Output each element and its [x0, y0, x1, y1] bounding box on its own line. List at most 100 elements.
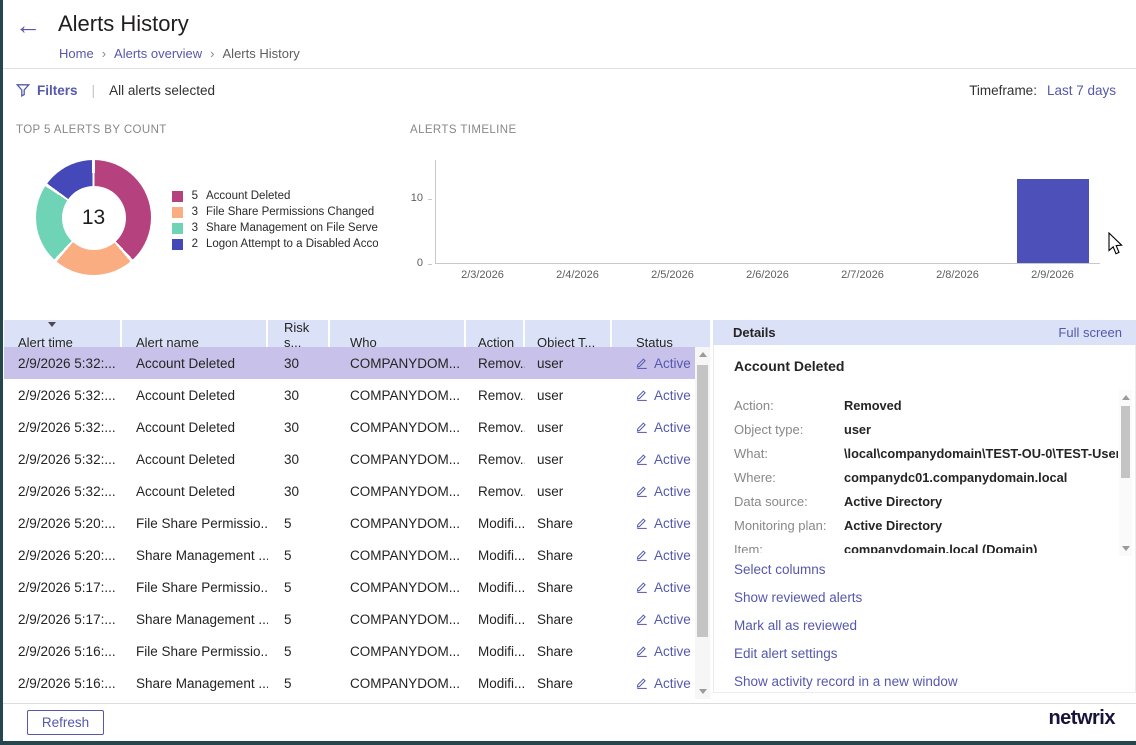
- timeline-xlabels: 2/3/20262/4/20262/5/20262/6/20262/7/2026…: [435, 269, 1100, 281]
- alerts-history-page: ← Alerts History Home›Alerts overview›Al…: [0, 0, 1136, 745]
- scrollbar-down-icon[interactable]: [699, 689, 707, 694]
- cell-status[interactable]: Active: [612, 420, 695, 435]
- cell-object: user: [525, 388, 612, 403]
- table-scrollbar-thumb[interactable]: [697, 365, 708, 637]
- legend-swatch: [172, 191, 183, 202]
- legend-label: Logon Attempt to a Disabled Account: [206, 238, 378, 250]
- cell-action: Remov...: [466, 452, 525, 467]
- donut-legend: 5Account Deleted3File Share Permissions …: [172, 188, 378, 252]
- details-action-link[interactable]: Select columns: [734, 555, 958, 583]
- cell-object: Share: [525, 580, 612, 595]
- cell-name: Share Management ...: [122, 612, 268, 627]
- cell-time: 2/9/2026 5:16:...: [4, 644, 122, 659]
- y-tickmark: [428, 199, 432, 200]
- table-row[interactable]: 2/9/2026 5:32:...Account Deleted30COMPAN…: [4, 411, 695, 443]
- edit-pencil-icon: [636, 421, 648, 433]
- cell-who: COMPANYDOM...: [330, 676, 466, 691]
- cell-name: Account Deleted: [122, 452, 268, 467]
- cell-status[interactable]: Active: [612, 580, 695, 595]
- cell-time: 2/9/2026 5:32:...: [4, 452, 122, 467]
- details-fields: Action:RemovedObject type:userWhat:\loca…: [734, 393, 1118, 553]
- details-alert-title: Account Deleted: [734, 358, 844, 374]
- cell-status[interactable]: Active: [612, 644, 695, 659]
- timeline-bar-slot: [1005, 160, 1100, 263]
- table-row[interactable]: 2/9/2026 5:16:...Share Management ...5CO…: [4, 667, 695, 699]
- details-field-value: Active Directory: [844, 518, 942, 533]
- cell-object: user: [525, 356, 612, 371]
- table-scrollbar[interactable]: [695, 347, 710, 699]
- table-row[interactable]: 2/9/2026 5:32:...Account Deleted30COMPAN…: [4, 475, 695, 507]
- filter-funnel-icon: [16, 83, 30, 97]
- cell-action: Modifi...: [466, 580, 525, 595]
- refresh-button[interactable]: Refresh: [27, 710, 104, 735]
- cell-name: Share Management ...: [122, 548, 268, 563]
- cell-status[interactable]: Active: [612, 356, 695, 371]
- cell-action: Modifi...: [466, 612, 525, 627]
- cell-status[interactable]: Active: [612, 484, 695, 499]
- table-row[interactable]: 2/9/2026 5:32:...Account Deleted30COMPAN…: [4, 379, 695, 411]
- cell-who: COMPANYDOM...: [330, 580, 466, 595]
- cell-status[interactable]: Active: [612, 516, 695, 531]
- cell-who: COMPANYDOM...: [330, 356, 466, 371]
- details-field-label: Data source:: [734, 494, 844, 509]
- table-row[interactable]: 2/9/2026 5:17:...File Share Permissio...…: [4, 571, 695, 603]
- scrollbar-down-icon[interactable]: [1122, 546, 1130, 551]
- details-action-link[interactable]: Show activity record in a new window: [734, 667, 958, 695]
- alerts-table: Alert timeAlert nameRisk s...WhoActionOb…: [4, 320, 710, 703]
- details-action-link[interactable]: Mark all as reviewed: [734, 611, 958, 639]
- footer-divider: [0, 703, 1136, 704]
- timeline-bars: [436, 160, 1100, 263]
- table-body: 2/9/2026 5:32:...Account Deleted30COMPAN…: [4, 347, 695, 699]
- cell-action: Modifi...: [466, 548, 525, 563]
- timeframe-value-link[interactable]: Last 7 days: [1047, 83, 1116, 98]
- breadcrumb-item[interactable]: Alerts overview: [114, 46, 202, 61]
- details-action-link[interactable]: Show reviewed alerts: [734, 583, 958, 611]
- timeline-bar-slot: [436, 160, 531, 263]
- cell-status[interactable]: Active: [612, 548, 695, 563]
- edit-pencil-icon: [636, 389, 648, 401]
- timeline-bar-slot: [531, 160, 626, 263]
- details-field-row: Where:companydc01.companydomain.local: [734, 465, 1118, 489]
- details-scrollbar-thumb[interactable]: [1121, 406, 1130, 478]
- details-field-value: Removed: [844, 398, 902, 413]
- details-field-label: What:: [734, 446, 844, 461]
- edit-pencil-icon: [636, 613, 648, 625]
- cell-object: Share: [525, 612, 612, 627]
- breadcrumb-item[interactable]: Home: [59, 46, 94, 61]
- donut-center-total: 13: [62, 186, 126, 250]
- cell-object: Share: [525, 676, 612, 691]
- cell-status[interactable]: Active: [612, 388, 695, 403]
- details-scrollbar[interactable]: [1119, 390, 1132, 556]
- details-field-label: Object type:: [734, 422, 844, 437]
- timeline-bar: [1017, 179, 1089, 263]
- back-arrow-icon[interactable]: ←: [15, 12, 41, 38]
- cell-action: Modifi...: [466, 516, 525, 531]
- scrollbar-up-icon[interactable]: [699, 352, 707, 357]
- table-row[interactable]: 2/9/2026 5:16:...File Share Permissio...…: [4, 635, 695, 667]
- x-tick-label: 2/8/2026: [910, 269, 1005, 281]
- cell-status[interactable]: Active: [612, 452, 695, 467]
- legend-item: 2Logon Attempt to a Disabled Account: [172, 236, 378, 252]
- cell-status[interactable]: Active: [612, 612, 695, 627]
- filter-selection-text: All alerts selected: [109, 83, 215, 98]
- breadcrumb-separator: ›: [210, 46, 214, 61]
- y-tick-label: 0: [417, 257, 423, 269]
- details-field-value: companydc01.companydomain.local: [844, 470, 1067, 485]
- cell-object: user: [525, 420, 612, 435]
- cell-status[interactable]: Active: [612, 676, 695, 691]
- status-label: Active: [654, 644, 691, 659]
- scrollbar-up-icon[interactable]: [1122, 395, 1130, 400]
- legend-item: 3File Share Permissions Changed: [172, 204, 378, 220]
- table-row[interactable]: 2/9/2026 5:17:...Share Management ...5CO…: [4, 603, 695, 635]
- details-action-link[interactable]: Edit alert settings: [734, 639, 958, 667]
- fullscreen-link[interactable]: Full screen: [1058, 325, 1122, 340]
- cell-name: Account Deleted: [122, 388, 268, 403]
- cell-who: COMPANYDOM...: [330, 612, 466, 627]
- column-header-label: Risk s...: [284, 320, 328, 350]
- table-row[interactable]: 2/9/2026 5:20:...Share Management ...5CO…: [4, 539, 695, 571]
- filters-button[interactable]: Filters: [37, 83, 78, 98]
- table-row[interactable]: 2/9/2026 5:32:...Account Deleted30COMPAN…: [4, 443, 695, 475]
- table-row[interactable]: 2/9/2026 5:20:...File Share Permissio...…: [4, 507, 695, 539]
- table-row[interactable]: 2/9/2026 5:32:...Account Deleted30COMPAN…: [4, 347, 695, 379]
- cell-risk: 30: [268, 420, 330, 435]
